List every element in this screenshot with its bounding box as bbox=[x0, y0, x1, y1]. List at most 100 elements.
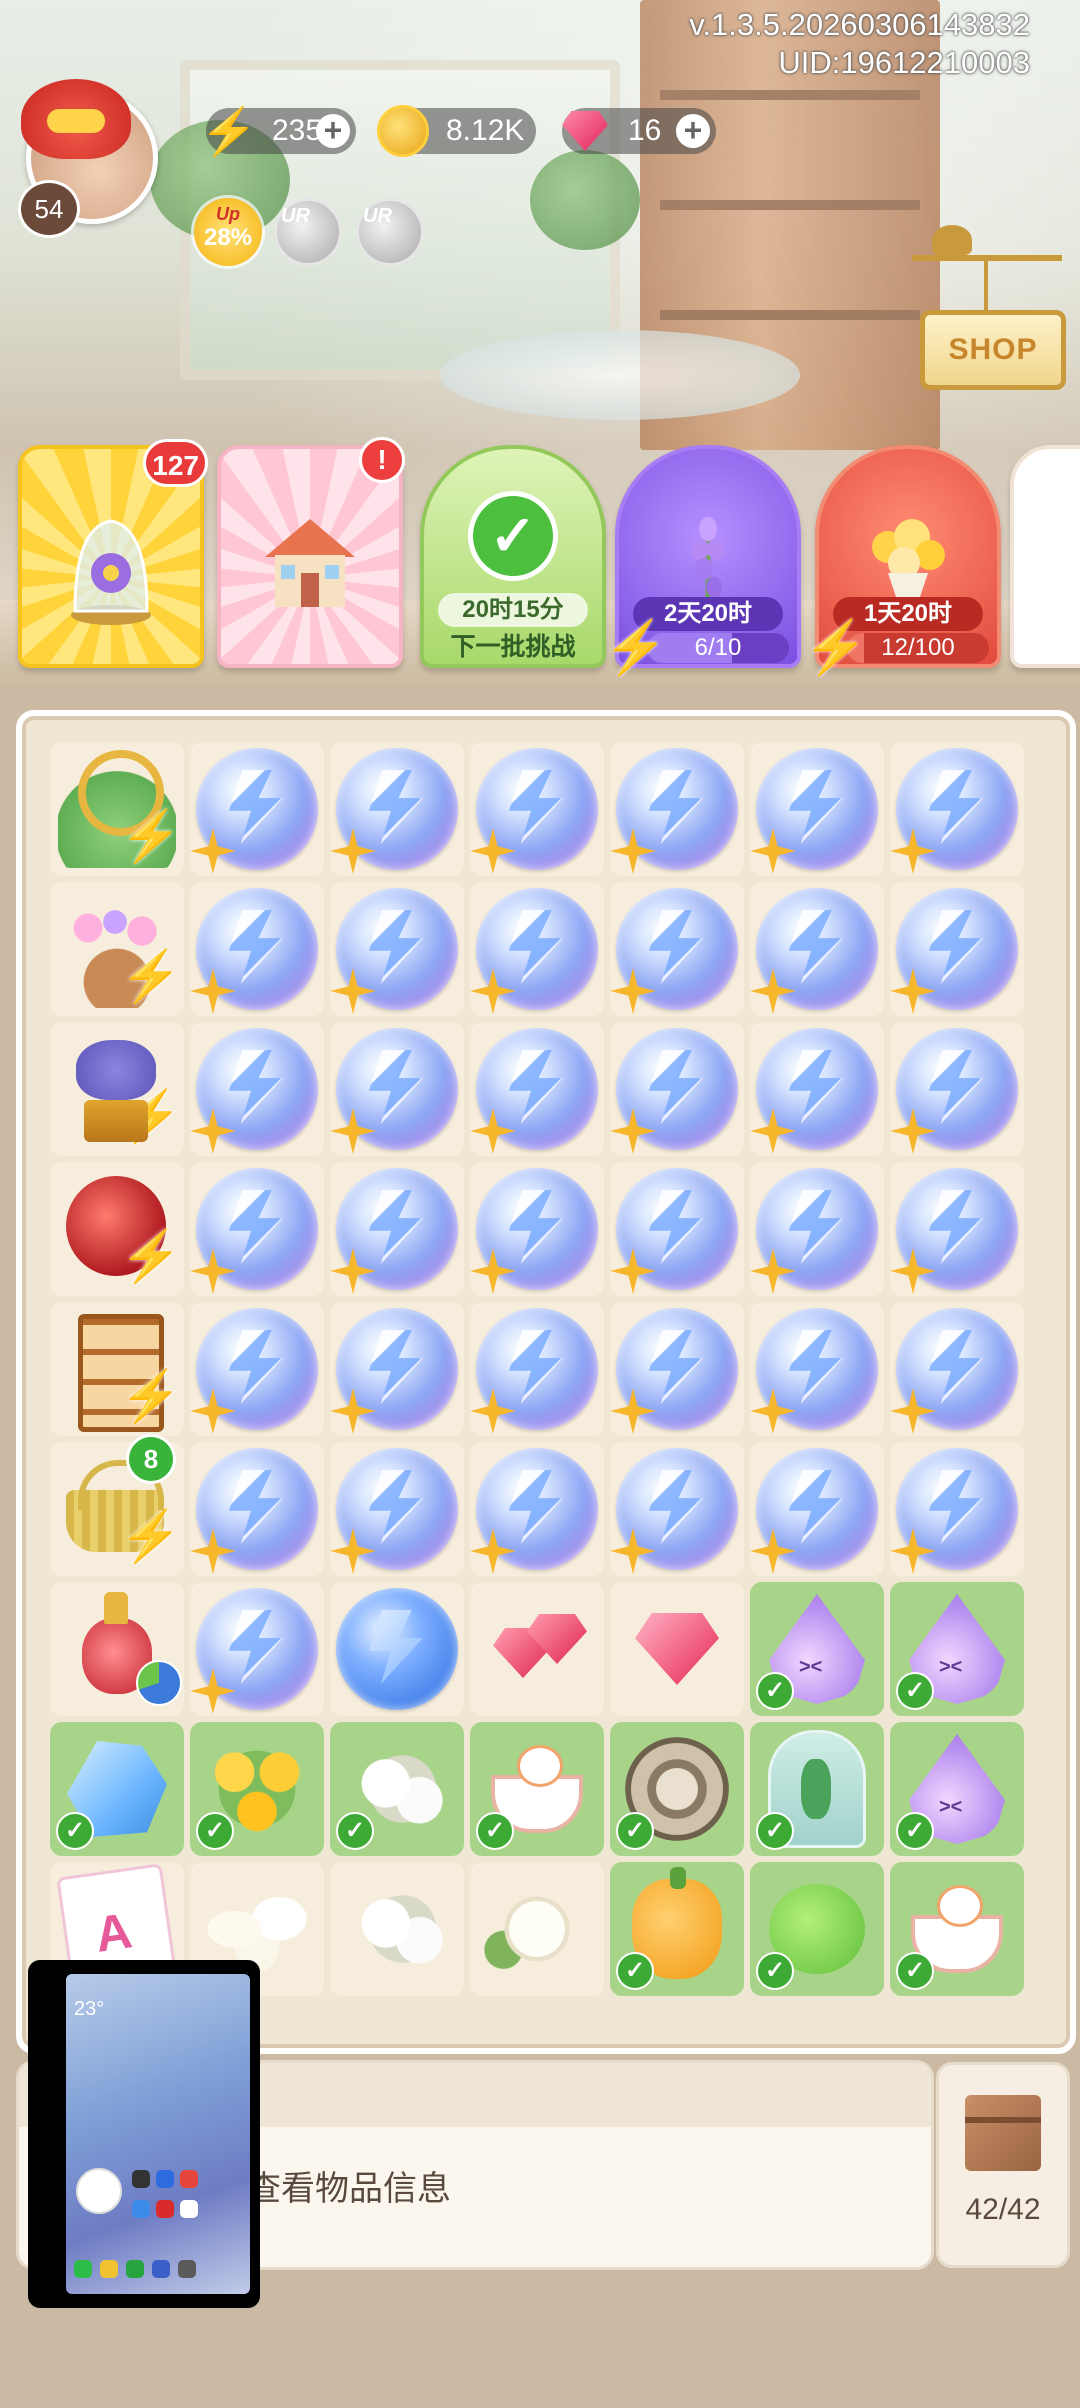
energy-crystal-orb-icon[interactable] bbox=[750, 748, 878, 874]
energy-crystal-orb-icon[interactable] bbox=[890, 1168, 1018, 1294]
board-cell-order-ready[interactable]: ✓ bbox=[890, 1862, 1024, 1996]
board-cell[interactable] bbox=[470, 1862, 604, 1996]
board-cell[interactable]: ⚡ 8 bbox=[50, 1434, 184, 1576]
board-cell[interactable] bbox=[330, 1442, 464, 1576]
board-cell-order-ready[interactable]: ✓ bbox=[50, 1722, 184, 1856]
energy-crystal-orb-icon[interactable] bbox=[330, 1448, 458, 1574]
board-cell-order-ready[interactable]: ✓ bbox=[330, 1722, 464, 1856]
board-cell[interactable] bbox=[330, 742, 464, 876]
energy-crystal-orb-icon[interactable] bbox=[750, 888, 878, 1014]
energy-crystal-orb-icon[interactable] bbox=[750, 1028, 878, 1154]
board-cell-order-ready[interactable]: ✓ bbox=[470, 1722, 604, 1856]
board-cell[interactable] bbox=[610, 1162, 744, 1296]
board-cell[interactable] bbox=[190, 1162, 324, 1296]
board-cell[interactable] bbox=[470, 1022, 604, 1156]
energy-crystal-orb-icon[interactable] bbox=[190, 1448, 318, 1574]
board-cell[interactable]: ⚡ bbox=[50, 1302, 184, 1436]
ruby-icon[interactable] bbox=[635, 1613, 719, 1685]
ruby-pair-icon[interactable] bbox=[487, 1614, 587, 1684]
board-cell[interactable] bbox=[610, 1442, 744, 1576]
board-cell-order-ready[interactable]: >< ✓ bbox=[890, 1582, 1024, 1716]
board-cell[interactable] bbox=[190, 1302, 324, 1436]
energy-crystal-orb-icon[interactable] bbox=[330, 888, 458, 1014]
ur-badge[interactable]: UR bbox=[274, 198, 342, 266]
board-cell[interactable] bbox=[890, 882, 1024, 1016]
energy-crystal-orb-icon[interactable] bbox=[190, 1588, 318, 1714]
board-cell[interactable] bbox=[610, 1302, 744, 1436]
garden-generator-icon[interactable]: ⚡ bbox=[58, 750, 182, 868]
board-cell-order-ready[interactable]: ✓ bbox=[750, 1722, 884, 1856]
event-card-house[interactable]: ! bbox=[217, 437, 405, 668]
board-cell[interactable] bbox=[470, 1302, 604, 1436]
board-cell[interactable] bbox=[750, 1442, 884, 1576]
energy-crystal-orb-icon[interactable] bbox=[190, 888, 318, 1014]
board-cell[interactable]: ⚡ bbox=[50, 1022, 184, 1156]
board-cell[interactable]: ⚡ bbox=[50, 1162, 184, 1296]
boost-badge[interactable]: Up 28% bbox=[194, 198, 262, 266]
board-cell[interactable] bbox=[890, 1162, 1024, 1296]
add-gems-button[interactable]: + bbox=[676, 114, 710, 148]
energy-crystal-orb-icon[interactable] bbox=[470, 1308, 598, 1434]
energy-crystal-orb-icon[interactable] bbox=[750, 1168, 878, 1294]
shop-button[interactable]: SHOP bbox=[920, 310, 1066, 390]
energy-crystal-orb-icon[interactable] bbox=[190, 1308, 318, 1434]
board-cell[interactable] bbox=[750, 882, 884, 1016]
energy-crystal-orb-icon[interactable] bbox=[470, 748, 598, 874]
energy-crystal-orb-icon[interactable] bbox=[610, 1028, 738, 1154]
board-cell[interactable] bbox=[750, 1302, 884, 1436]
board-cell[interactable] bbox=[190, 1442, 324, 1576]
board-cell[interactable] bbox=[610, 742, 744, 876]
board-cell[interactable]: ⚡ bbox=[50, 882, 184, 1016]
energy-crystal-orb-icon[interactable] bbox=[890, 1448, 1018, 1574]
board-cell[interactable] bbox=[750, 1022, 884, 1156]
board-cell-order-ready[interactable]: >< ✓ bbox=[750, 1582, 884, 1716]
board-cell[interactable] bbox=[330, 1022, 464, 1156]
board-cell[interactable] bbox=[470, 742, 604, 876]
board-cell[interactable] bbox=[610, 1582, 744, 1716]
energy-crystal-orb-icon[interactable] bbox=[470, 888, 598, 1014]
energy-crystal-orb-icon[interactable] bbox=[470, 1168, 598, 1294]
event-card-daily-challenge[interactable]: ✓ 20时15分 下一批挑战 bbox=[420, 445, 606, 668]
energy-crystal-orb-icon[interactable] bbox=[470, 1028, 598, 1154]
energy-crystal-orb-icon[interactable] bbox=[890, 1028, 1018, 1154]
board-cell[interactable] bbox=[890, 1302, 1024, 1436]
energy-crystal-orb-icon[interactable] bbox=[330, 748, 458, 874]
energy-crystal-orb-icon[interactable] bbox=[750, 1308, 878, 1434]
energy-crystal-orb-icon[interactable] bbox=[330, 1168, 458, 1294]
energy-crystal-orb-icon[interactable] bbox=[610, 748, 738, 874]
energy-orb-icon[interactable] bbox=[336, 1588, 458, 1710]
energy-crystal-orb-icon[interactable] bbox=[330, 1308, 458, 1434]
board-cell[interactable] bbox=[330, 882, 464, 1016]
board-cell-order-ready[interactable]: ✓ bbox=[610, 1862, 744, 1996]
energy-crystal-orb-icon[interactable] bbox=[610, 1308, 738, 1434]
board-cell[interactable] bbox=[50, 1582, 184, 1716]
board-cell-order-ready[interactable]: >< ✓ bbox=[890, 1722, 1024, 1856]
energy-crystal-orb-icon[interactable] bbox=[610, 1168, 738, 1294]
cabinet-generator-icon[interactable]: ⚡ bbox=[58, 1310, 182, 1432]
board-cell-order-ready[interactable]: ✓ bbox=[610, 1722, 744, 1856]
board-cell[interactable] bbox=[190, 1022, 324, 1156]
board-cell-order-ready[interactable]: ✓ bbox=[190, 1722, 324, 1856]
energy-crystal-orb-icon[interactable] bbox=[470, 1448, 598, 1574]
event-card-bouquet[interactable]: 1天20时 12/100 ⚡ bbox=[803, 445, 1001, 677]
flower-bed-generator-icon[interactable]: ⚡ bbox=[58, 890, 182, 1008]
add-energy-button[interactable]: + bbox=[316, 114, 350, 148]
board-cell[interactable] bbox=[890, 742, 1024, 876]
board-cell[interactable] bbox=[470, 1162, 604, 1296]
teapot-generator-icon[interactable]: ⚡ bbox=[58, 1030, 182, 1148]
board-cell[interactable]: ⚡ bbox=[50, 742, 184, 876]
sparkle-ball-generator-icon[interactable]: ⚡ bbox=[58, 1170, 182, 1288]
board-cell[interactable] bbox=[890, 1022, 1024, 1156]
energy-crystal-orb-icon[interactable] bbox=[750, 1448, 878, 1574]
white-orchid-icon[interactable] bbox=[341, 1873, 453, 1985]
gardenia-icon[interactable] bbox=[481, 1877, 593, 1981]
board-cell[interactable] bbox=[610, 882, 744, 1016]
energy-crystal-orb-icon[interactable] bbox=[190, 1168, 318, 1294]
energy-crystal-orb-icon[interactable] bbox=[890, 748, 1018, 874]
screen-preview-overlay[interactable]: 23° bbox=[28, 1960, 260, 2308]
inventory-button[interactable]: 42/42 bbox=[936, 2062, 1070, 2268]
board-cell[interactable] bbox=[190, 882, 324, 1016]
coin-counter[interactable]: 8.12K bbox=[377, 105, 536, 157]
board-cell-order-ready[interactable]: ✓ bbox=[750, 1862, 884, 1996]
ur-badge[interactable]: UR bbox=[356, 198, 424, 266]
